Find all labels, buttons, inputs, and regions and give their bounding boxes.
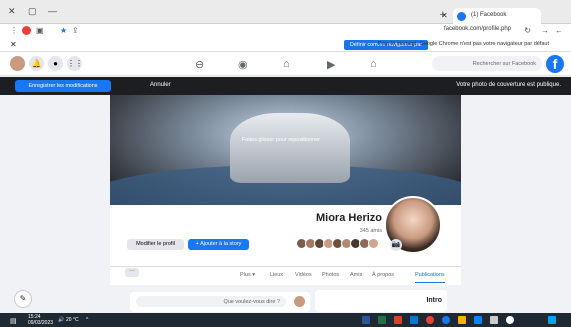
tab-videos[interactable]: Vidéos [295,272,312,278]
maximize-icon[interactable]: ▢ [28,6,37,17]
composer-input[interactable]: Que voulez-vous dire ? [136,296,286,307]
friends-count[interactable]: 345 amis [290,228,382,234]
new-message-icon[interactable]: ✎ [14,290,32,308]
tab-title: (1) Facebook [471,12,507,18]
more-options-button[interactable]: ··· [125,268,139,277]
gaming-icon[interactable]: ⊖ [195,58,204,71]
forward-icon[interactable]: → [541,26,549,35]
minimize-icon[interactable]: ― [48,6,57,16]
cover-photo[interactable] [110,95,461,205]
search-placeholder: Rechercher sur Facebook [472,61,536,67]
task-view-icon[interactable] [490,316,498,324]
close-window-icon[interactable]: ✕ [8,6,16,17]
volume-icon[interactable]: 🔊 [58,317,64,323]
tab-posts[interactable]: Publications [415,272,445,283]
outlook-icon[interactable] [410,316,418,324]
close-tab-icon[interactable]: ✕ [441,11,448,20]
composer-placeholder: Que voulez-vous dire ? [223,299,280,305]
back-icon[interactable]: ← [555,26,563,35]
word-icon[interactable] [362,316,370,324]
clock-date: 09/03/2023 [28,320,54,326]
default-browser-infobar: ✕ Définir comme navigateur par défaut Po… [0,38,571,58]
profile-name: Miora Herizo [315,212,382,224]
groups-icon[interactable]: ◉ [238,58,248,71]
browser-tab[interactable]: ✕ (1) Facebook [441,8,541,24]
menu-grid-icon[interactable]: ⋮⋮ [67,56,83,71]
intro-card: Intro [315,290,447,312]
weather-temp[interactable]: 20 °C [66,317,79,323]
cover-public-notice: Votre photo de couverture est publique. [456,82,561,88]
menu-icon[interactable]: ⋮ [10,26,18,35]
powerpoint-icon[interactable] [394,316,402,324]
tab-about[interactable]: À propos [372,272,394,278]
reload-icon[interactable]: ↻ [524,26,531,35]
messenger-icon[interactable]: ● [48,56,63,71]
add-story-button[interactable]: + Ajouter à la story [188,239,249,250]
tab-friends[interactable]: Amis [350,272,362,278]
camera-icon[interactable]: 📷 [390,239,402,251]
tab-places[interactable]: Lieux [270,272,283,278]
file-explorer-icon[interactable] [458,316,466,324]
watch-icon[interactable]: ▶ [327,58,335,71]
windows-start-icon[interactable] [548,316,556,324]
tray-chevron-icon[interactable]: ^ [86,317,88,323]
cancel-button[interactable]: Annuler [150,82,171,88]
close-infobar-icon[interactable]: ✕ [10,40,17,49]
chrome-icon[interactable] [426,316,434,324]
composer-avatar [294,296,305,307]
account-avatar[interactable] [10,56,25,71]
facebook-logo[interactable]: f [546,55,564,73]
extension-icon[interactable]: ▣ [36,26,44,35]
home-icon[interactable]: ⌂ [370,58,377,70]
facebook-favicon-icon [457,12,466,21]
app-icon[interactable] [442,316,450,324]
profile-tabs: Publications À propos Amis Photos Vidéos… [110,266,461,285]
facebook-search-input[interactable]: Rechercher sur Facebook [432,56,542,71]
address-bar-row: ⋮ ▣ ★ ⇪ facebook.com/profile.php ↻ → ← [0,24,571,38]
notification-center-icon[interactable]: ▤ [10,317,17,325]
reposition-cover-label[interactable]: Faites glisser pour repositionner [225,135,337,146]
intro-title: Intro [426,297,442,304]
friend-avatar[interactable] [368,238,379,249]
bookmark-star-icon[interactable]: ★ [60,26,67,35]
browser-title-bar: ✕ ▢ ― + ✕ (1) Facebook [0,0,571,24]
windows-taskbar: ▤ 15:24 09/03/2023 🔊 20 °C ^ [0,313,571,327]
notifications-icon[interactable]: 🔔 [29,56,44,71]
marketplace-icon[interactable]: ⌂ [283,58,290,70]
share-icon[interactable]: ⇪ [72,26,79,35]
cover-shuttle-shape [230,113,350,183]
edge-icon[interactable] [474,316,482,324]
url-field[interactable]: facebook.com/profile.php [190,26,511,36]
post-composer[interactable]: Que voulez-vous dire ? [130,292,310,312]
profile-avatar-icon[interactable] [22,26,31,35]
facebook-top-nav: 🔔 ● ⋮⋮ ⊖ ◉ ⌂ ▶ ⌂ Rechercher sur Facebook… [0,52,571,76]
edit-profile-button[interactable]: Modifier le profil [127,239,184,250]
search-icon[interactable] [506,316,514,324]
infobar-message: Pour le moment, Google Chrome n'est pas … [377,41,549,47]
excel-icon[interactable] [378,316,386,324]
cover-edit-strip: Enregistrer les modifications Annuler Vo… [0,77,571,95]
save-changes-button[interactable]: Enregistrer les modifications [15,80,111,92]
tab-photos[interactable]: Photos [322,272,339,278]
tab-more[interactable]: Plus ▾ [240,272,255,278]
